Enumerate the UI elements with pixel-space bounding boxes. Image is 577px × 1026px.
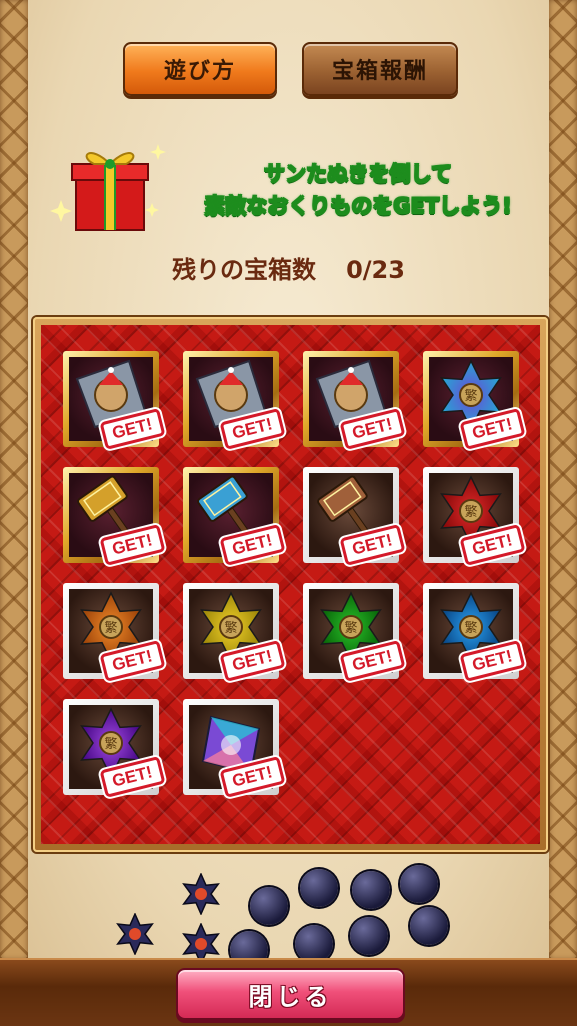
reward-tile[interactable]: GET!	[63, 351, 166, 450]
plaid-board-background: GET! GET! GET! 繁 GET! GET! GET! GET! 繁 G…	[41, 325, 540, 844]
reward-tile[interactable]: GET!	[183, 351, 286, 450]
reward-tile[interactable]: GET!	[183, 467, 286, 566]
reward-tile[interactable]: 繁 GET!	[183, 583, 286, 682]
reward-tile[interactable]: 繁 GET!	[303, 583, 406, 682]
reward-tile[interactable]: 繁 GET!	[423, 351, 526, 450]
reward-tile[interactable]: 繁 GET!	[423, 467, 526, 566]
star-gem-icon	[116, 913, 154, 955]
svg-text:繁: 繁	[464, 388, 477, 404]
right-ornament-border	[549, 0, 577, 960]
banner-line-1: サンたぬきを倒して	[264, 162, 452, 186]
reward-tile[interactable]: GET!	[183, 699, 286, 798]
svg-text:繁: 繁	[344, 620, 357, 636]
reward-tile[interactable]: 繁 GET!	[63, 699, 166, 798]
awakening-gem-icon	[300, 869, 338, 907]
awakening-gem-icon	[350, 917, 388, 955]
chest-reward-button[interactable]: 宝箱報酬	[302, 42, 458, 96]
svg-text:繁: 繁	[464, 504, 477, 520]
svg-text:繁: 繁	[104, 620, 117, 636]
remaining-count: 0/23	[346, 256, 405, 284]
remaining-chests: 残りの宝箱数 0/23	[0, 250, 577, 285]
remaining-label: 残りの宝箱数	[172, 256, 317, 284]
reward-tile[interactable]: GET!	[303, 351, 406, 450]
banner-line-2: 素敵なおくりものをGETしよう!	[204, 194, 512, 218]
awakening-gem-icon	[410, 907, 448, 945]
awakening-gem-icon	[352, 871, 390, 909]
gift-box-icon	[50, 144, 166, 231]
svg-text:繁: 繁	[224, 620, 237, 636]
gem-pile	[100, 865, 500, 969]
event-banner-text: サンたぬきを倒して 素敵なおくりものをGETしよう!	[168, 158, 548, 222]
reward-tile[interactable]: 繁 GET!	[63, 583, 166, 682]
reward-tile[interactable]: 繁 GET!	[423, 583, 526, 682]
star-gem-icon	[182, 873, 220, 915]
left-ornament-border	[0, 0, 28, 960]
awakening-gem-icon	[250, 887, 288, 925]
how-to-play-button[interactable]: 遊び方	[123, 42, 277, 96]
svg-text:繁: 繁	[464, 620, 477, 636]
reward-grid: GET! GET! GET! 繁 GET! GET! GET! GET! 繁 G…	[63, 351, 526, 798]
awakening-gem-icon	[400, 865, 438, 903]
close-button[interactable]: 閉じる	[176, 968, 405, 1020]
reward-tile[interactable]: GET!	[303, 467, 406, 566]
svg-text:繁: 繁	[104, 736, 117, 752]
reward-board: GET! GET! GET! 繁 GET! GET! GET! GET! 繁 G…	[33, 317, 548, 852]
reward-tile[interactable]: GET!	[63, 467, 166, 566]
